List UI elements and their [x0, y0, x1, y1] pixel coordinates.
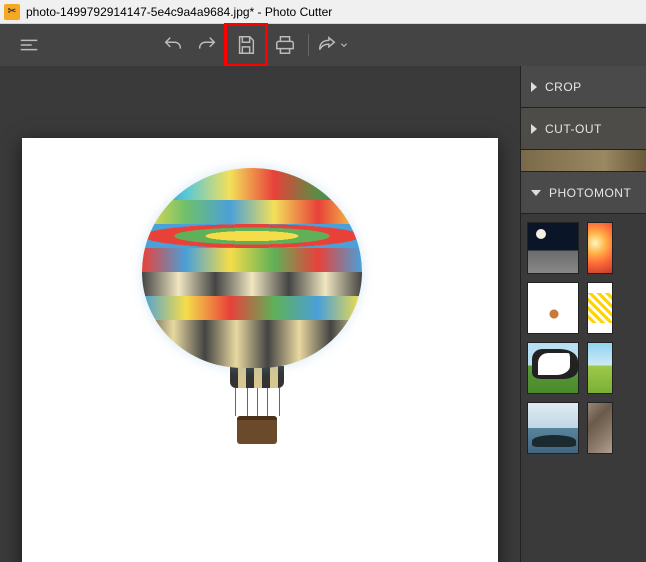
canvas-area — [0, 66, 520, 562]
print-button[interactable] — [268, 28, 302, 62]
chevron-right-icon — [531, 82, 537, 92]
panel-label: PHOTOMONT — [549, 186, 631, 200]
thumb-moon-surface[interactable] — [527, 222, 579, 274]
thumb-yellow-splash[interactable] — [587, 282, 613, 334]
canvas-subject — [142, 168, 372, 444]
thumb-sunset-burst[interactable] — [587, 222, 613, 274]
menu-icon — [18, 34, 40, 56]
thumb-green-field[interactable] — [587, 342, 613, 394]
redo-icon — [196, 34, 218, 56]
redo-button[interactable] — [190, 28, 224, 62]
thumbnail-grid — [527, 222, 640, 454]
panel-crop[interactable]: CROP — [521, 66, 646, 108]
toolbar — [0, 24, 646, 66]
toolbar-separator — [308, 34, 309, 56]
panel-label: CROP — [545, 80, 582, 94]
app-icon: ✂ — [4, 4, 20, 20]
share-icon — [316, 34, 338, 56]
chevron-down-icon — [340, 41, 348, 49]
save-icon — [235, 34, 257, 56]
chevron-right-icon — [531, 124, 537, 134]
titlebar: ✂ photo-1499792914147-5e4c9a4a9684.jpg* … — [0, 0, 646, 24]
panel-cutout[interactable]: CUT-OUT — [521, 108, 646, 150]
panel-photomontage[interactable]: PHOTOMONT — [521, 172, 646, 214]
sidebar: CROP CUT-OUT PHOTOMONT — [520, 66, 646, 562]
thumbnail-scroll[interactable] — [521, 214, 646, 562]
panel-strip-image — [521, 150, 646, 172]
share-button[interactable] — [315, 28, 349, 62]
undo-button[interactable] — [156, 28, 190, 62]
window-title: photo-1499792914147-5e4c9a4a9684.jpg* - … — [26, 5, 332, 19]
print-icon — [274, 34, 296, 56]
main-area: CROP CUT-OUT PHOTOMONT — [0, 66, 646, 562]
undo-icon — [162, 34, 184, 56]
thumb-cats-white[interactable] — [527, 282, 579, 334]
thumb-rock-texture[interactable] — [587, 402, 613, 454]
thumb-cow-field[interactable] — [527, 342, 579, 394]
save-highlight — [224, 23, 268, 67]
panel-label: CUT-OUT — [545, 122, 602, 136]
app-window: ✂ photo-1499792914147-5e4c9a4a9684.jpg* … — [0, 0, 646, 562]
chevron-down-icon — [531, 190, 541, 196]
thumb-venice-gondolas[interactable] — [527, 402, 579, 454]
menu-button[interactable] — [12, 28, 46, 62]
save-button[interactable] — [231, 30, 261, 60]
canvas[interactable] — [22, 138, 498, 562]
